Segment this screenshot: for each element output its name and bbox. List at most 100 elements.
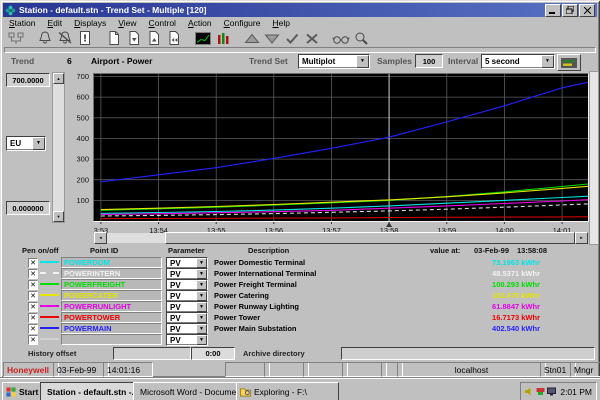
parameter-value: PV <box>167 325 196 334</box>
horizontal-scrollbar[interactable]: ◄ ► <box>94 233 588 243</box>
point-id-field[interactable]: POWERTOWER <box>61 312 162 323</box>
axis-unit-select[interactable]: EU ▼ <box>6 136 46 151</box>
zoom-search-button[interactable] <box>351 30 371 46</box>
chevron-down-icon[interactable]: ▼ <box>196 313 207 323</box>
chevron-down-icon[interactable]: ▼ <box>32 137 45 150</box>
interval-select[interactable]: 5 second ▼ <box>481 54 555 69</box>
scroll-right-icon[interactable]: ► <box>575 232 588 244</box>
chevron-down-icon[interactable]: ▼ <box>541 55 554 68</box>
find-glasses-button[interactable] <box>331 30 351 46</box>
lower-icon <box>264 32 280 45</box>
page-up-button[interactable] <box>144 30 164 46</box>
menu-displays[interactable]: Displays <box>68 17 112 29</box>
legend-row-powercater: ✕POWERCATERPV▼Power Catering102.475 kWhr <box>0 290 600 301</box>
history-offset-value[interactable]: 0:00 <box>191 347 235 360</box>
pen-checkbox[interactable]: ✕ <box>28 324 38 334</box>
trend-config-button[interactable] <box>557 54 581 71</box>
chevron-down-icon[interactable]: ▼ <box>196 269 207 279</box>
pen-color-sample <box>40 327 59 329</box>
samples-input[interactable]: 100 <box>415 54 443 68</box>
trend-chart-button[interactable] <box>193 30 213 46</box>
point-id-field[interactable]: POWERMAIN <box>61 323 162 334</box>
chevron-down-icon[interactable]: ▼ <box>196 302 207 312</box>
group-bars-button[interactable] <box>213 30 233 46</box>
y-tick-label: 700 <box>76 72 89 81</box>
cancel-icon <box>304 32 320 45</box>
taskbar-task-3[interactable]: Exploring - F:\ <box>236 382 339 400</box>
taskbar-task-2[interactable]: WMicrosoft Word - Document5 <box>133 382 241 400</box>
trend-plot[interactable]: 1002003004005006007003:5313:5413:5513:56… <box>62 71 596 233</box>
menu-view[interactable]: View <box>112 17 142 29</box>
pen-color-sample <box>40 316 59 318</box>
zoom-search-icon <box>353 31 369 45</box>
history-offset-input[interactable] <box>113 347 191 360</box>
point-id-field[interactable]: POWERDOM <box>61 257 162 268</box>
y-tick-label: 600 <box>76 93 89 102</box>
tray-card-icon[interactable] <box>536 387 545 396</box>
raise-button[interactable] <box>242 30 262 46</box>
point-id-field[interactable]: POWERFREIGHT <box>61 279 162 290</box>
chevron-down-icon[interactable]: ▼ <box>196 324 207 334</box>
plot-area[interactable] <box>94 74 588 221</box>
alarm-silence-button[interactable] <box>55 30 75 46</box>
start-label: Start <box>19 387 38 397</box>
network-icon <box>8 32 24 45</box>
pen-checkbox[interactable]: ✕ <box>28 335 38 345</box>
archive-directory-input[interactable] <box>341 347 595 360</box>
point-id-field[interactable] <box>61 334 162 345</box>
point-id-field[interactable]: POWERRUNLIGHT <box>61 301 162 312</box>
pen-checkbox[interactable]: ✕ <box>28 280 38 290</box>
point-id-field[interactable]: POWERINTERN <box>61 268 162 279</box>
window-title: Station - default.stn - Trend Set - Mult… <box>19 5 544 15</box>
scroll-left-icon[interactable]: ◄ <box>94 232 107 244</box>
tray-display-icon[interactable] <box>547 387 556 396</box>
y-tick-label: 200 <box>76 175 89 184</box>
page-down-button[interactable] <box>124 30 144 46</box>
scrollbar-thumb[interactable] <box>165 232 575 244</box>
cursor-marker-icon[interactable] <box>386 222 392 227</box>
point-description: Power Tower <box>214 313 424 322</box>
close-button[interactable] <box>579 4 595 17</box>
pen-checkbox[interactable]: ✕ <box>28 291 38 301</box>
volume-icon[interactable] <box>525 387 534 396</box>
menu-configure[interactable]: Configure <box>218 17 267 29</box>
menu-control[interactable]: Control <box>143 17 182 29</box>
chevron-down-icon[interactable]: ▼ <box>356 55 369 68</box>
page-rewind-button[interactable] <box>164 30 184 46</box>
pen-checkbox[interactable]: ✕ <box>28 269 38 279</box>
legend-row-powerdom: ✕POWERDOMPV▼Power Domestic Terminal73.19… <box>0 257 600 268</box>
accept-button[interactable] <box>282 30 302 46</box>
statusbar-time: 14:01:16 <box>103 362 153 377</box>
legend-header-value-at: value at: <box>430 246 460 255</box>
point-value: 73.1963 kWhr <box>420 258 540 267</box>
pen-checkbox[interactable]: ✕ <box>28 313 38 323</box>
pen-checkbox[interactable]: ✕ <box>28 258 38 268</box>
alarm-page-button[interactable]: ! <box>75 30 95 46</box>
chevron-down-icon[interactable]: ▼ <box>196 335 207 345</box>
page-blank-button[interactable] <box>104 30 124 46</box>
task-label: Exploring - F:\ <box>254 387 307 397</box>
chevron-down-icon[interactable]: ▼ <box>196 291 207 301</box>
axis-min-field[interactable]: 0.000000 <box>6 201 50 215</box>
cancel-button[interactable] <box>302 30 322 46</box>
chevron-down-icon[interactable]: ▼ <box>196 280 207 290</box>
menu-edit[interactable]: Edit <box>41 17 68 29</box>
legend-header-date: 03-Feb-99 <box>474 246 509 255</box>
lower-button[interactable] <box>262 30 282 46</box>
menu-bar: StationEditDisplaysViewControlActionConf… <box>3 17 597 29</box>
axis-max-field[interactable]: 700.0000 <box>6 73 50 87</box>
maximize-button[interactable] <box>562 4 578 17</box>
minimize-button[interactable] <box>545 4 561 17</box>
pen-checkbox[interactable]: ✕ <box>28 302 38 312</box>
menu-action[interactable]: Action <box>182 17 218 29</box>
alarm-bell-button[interactable] <box>35 30 55 46</box>
trend-set-select[interactable]: Multiplot ▼ <box>298 54 370 69</box>
network-button[interactable] <box>6 30 26 46</box>
taskbar-task-1[interactable]: Station - default.stn -... <box>40 382 138 400</box>
parameter-select[interactable]: PV▼ <box>166 334 208 346</box>
menu-station[interactable]: Station <box>3 17 41 29</box>
axis-unit-value: EU <box>7 139 32 148</box>
chevron-down-icon[interactable]: ▼ <box>196 258 207 268</box>
menu-help[interactable]: Help <box>266 17 295 29</box>
point-id-field[interactable]: POWERCATER <box>61 290 162 301</box>
